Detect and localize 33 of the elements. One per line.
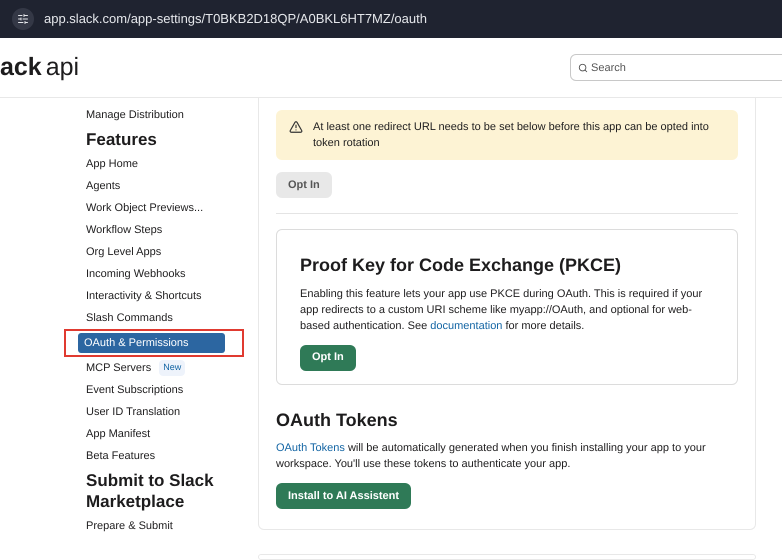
sidebar-item[interactable]: Event Subscriptions: [80, 380, 258, 400]
sidebar-heading: Features: [85, 129, 158, 150]
sidebar-heading: Submit to Slack Marketplace: [85, 470, 215, 512]
section-title: OAuth Tokens: [276, 408, 399, 432]
sidebar-item[interactable]: Incoming Webhooks: [80, 264, 258, 284]
sidebar-item[interactable]: Interactivity & Shortcuts: [80, 286, 258, 306]
search-icon: [578, 63, 588, 73]
sidebar-item[interactable]: Slash Commands: [80, 308, 258, 328]
pkce-description: Enabling this feature lets your app use PKCE during OAuth. This is required if your app redirects to a custom URI scheme like myapp://OAuth, and optional for web-based authentication. See documentation for more details.: [300, 287, 704, 334]
sidebar-item[interactable]: Org Level Apps: [80, 242, 258, 262]
opt-in-button[interactable]: Install to AI Assistent: [276, 482, 412, 509]
link[interactable]: OAuth Tokens: [276, 442, 345, 454]
search-field[interactable]: Search: [570, 54, 782, 81]
sidebar-item[interactable]: Beta Features: [80, 446, 258, 466]
sidebar-item[interactable]: Manage Distribution: [80, 105, 258, 125]
sidebar-item[interactable]: Prepare & Submit: [80, 516, 258, 536]
warning-icon: [289, 120, 303, 134]
opt-in-button[interactable]: Opt In: [300, 344, 356, 370]
sidebar-item[interactable]: App Home: [80, 154, 258, 174]
site-info-icon[interactable]: [12, 8, 34, 30]
sidebar-item[interactable]: Agents: [80, 176, 258, 196]
sidebar-item[interactable]: Work Object Previews...: [80, 198, 258, 218]
sidebar-item[interactable]: OAuth & Permissions: [78, 333, 225, 353]
sidebar-item[interactable]: App Manifest: [80, 424, 258, 444]
sidebar-item[interactable]: MCP Servers New: [80, 358, 258, 378]
sidebar-item[interactable]: User ID Translation: [80, 402, 258, 422]
new-badge: New: [159, 360, 186, 376]
section-title: Proof Key for Code Exchange (PKCE): [300, 254, 622, 278]
tokens-description: OAuth Tokens will be automatically generated when you finish installing your app to your workspace. You'll use these tokens to authenticate your app.: [276, 440, 707, 472]
logo[interactable]: ack api: [0, 48, 80, 86]
sidebar-item[interactable]: Workflow Steps: [80, 220, 258, 240]
link[interactable]: documentation: [430, 320, 502, 332]
warning-text: At least one redirect URL needs to be set below before this app can be opted into token rotation: [313, 120, 710, 151]
